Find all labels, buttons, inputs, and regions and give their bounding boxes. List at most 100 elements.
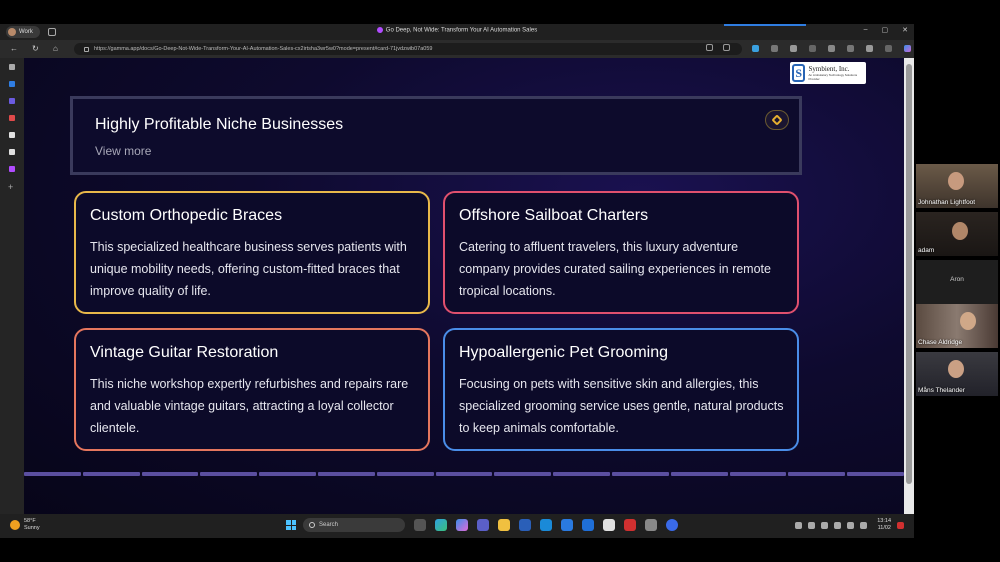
clock[interactable]: 13:14 11/02 <box>877 518 891 532</box>
link-icon <box>771 114 783 126</box>
minimize-button[interactable]: – <box>864 26 868 34</box>
progress-segment <box>141 472 199 476</box>
view-more-link[interactable]: View more <box>95 144 151 158</box>
app-icon[interactable] <box>645 519 657 531</box>
teams-icon[interactable] <box>477 519 489 531</box>
sidebar-page-icon[interactable] <box>9 64 15 70</box>
tray-icon[interactable] <box>834 521 842 529</box>
participant-name: Måns Thelander <box>918 387 965 394</box>
participant-tile[interactable]: Aron <box>916 260 998 304</box>
home-button[interactable]: ⌂ <box>53 44 58 54</box>
sidebar-app-icon[interactable] <box>9 115 15 121</box>
extension-icon[interactable] <box>809 45 816 52</box>
windows-logo-icon <box>291 520 296 525</box>
participant-tile[interactable]: Johnathan Lightfoot <box>916 164 998 208</box>
card-body: This specialized healthcare business ser… <box>90 240 407 298</box>
time: 13:14 <box>877 518 891 524</box>
copilot-app-icon[interactable] <box>456 519 468 531</box>
notification-icon[interactable] <box>897 521 904 529</box>
search-icon <box>309 522 315 528</box>
taskbar-search[interactable]: Search <box>303 518 405 532</box>
tray-icon[interactable] <box>795 521 803 529</box>
sidebar-app-icon[interactable] <box>9 81 15 87</box>
card-body: This niche workshop expertly refurbishes… <box>90 377 409 435</box>
extension-icon[interactable] <box>771 45 778 52</box>
edge-icon[interactable] <box>435 519 447 531</box>
participant-tile[interactable]: adam <box>916 212 998 256</box>
calendar-icon[interactable] <box>603 519 615 531</box>
zoom-icon[interactable] <box>666 519 678 531</box>
page-scrollbar[interactable] <box>904 58 914 514</box>
niche-businesses-banner[interactable]: Highly Profitable Niche Businesses View … <box>70 96 802 175</box>
app-available-icon[interactable] <box>706 44 713 51</box>
sidebar-gamma-icon[interactable] <box>9 166 15 172</box>
card-vintage-guitar-restoration: Vintage Guitar Restoration This niche wo… <box>74 328 430 451</box>
copilot-icon[interactable] <box>904 45 911 52</box>
mail-icon[interactable] <box>582 519 594 531</box>
expand-button[interactable] <box>765 110 789 130</box>
back-button[interactable]: ← <box>10 44 18 54</box>
outlook-icon[interactable] <box>540 519 552 531</box>
participant-tile[interactable]: Måns Thelander <box>916 352 998 396</box>
sidebar-rail: + <box>0 58 24 514</box>
progress-segment <box>729 472 787 476</box>
sidebar-app-icon[interactable] <box>9 132 15 138</box>
search-placeholder: Search <box>319 522 339 528</box>
word-icon[interactable] <box>519 519 531 531</box>
window-title-text: Go Deep, Not Wide: Transform Your AI Aut… <box>385 27 538 34</box>
volume-icon[interactable] <box>860 521 868 529</box>
weather-condition: Sunny <box>24 525 40 531</box>
url-field[interactable]: https://gamma.app/docs/Go-Deep-Not-Wide-… <box>74 43 742 55</box>
windows-logo-icon <box>286 525 291 530</box>
favorites-icon[interactable] <box>866 45 873 52</box>
extension-icon[interactable] <box>790 45 797 52</box>
banner-title: Highly Profitable Niche Businesses <box>95 116 344 133</box>
progress-segment <box>200 472 258 476</box>
collections-icon[interactable] <box>885 45 892 52</box>
window-title: Go Deep, Not Wide: Transform Your AI Aut… <box>0 27 914 34</box>
progress-segment <box>82 472 140 476</box>
browser-window: Work Go Deep, Not Wide: Transform Your A… <box>0 24 914 514</box>
start-button[interactable] <box>286 520 296 530</box>
extension-icon[interactable] <box>752 45 759 52</box>
progress-segment <box>376 472 434 476</box>
participant-name: Johnathan Lightfoot <box>918 199 976 206</box>
bing-icon[interactable] <box>561 519 573 531</box>
participant-name: Chase Aldridge <box>918 339 963 346</box>
close-button[interactable]: ✕ <box>902 26 908 34</box>
weather-widget[interactable]: 58°F Sunny <box>10 518 40 532</box>
scrollbar-thumb[interactable] <box>906 64 912 484</box>
reload-button[interactable]: ↻ <box>32 44 39 54</box>
temperature: 58°F <box>24 518 36 524</box>
progress-segment <box>317 472 375 476</box>
pinned-apps <box>414 519 678 531</box>
card-custom-orthopedic-braces: Custom Orthopedic Braces This specialize… <box>74 191 430 314</box>
tray-icon[interactable] <box>821 521 829 529</box>
slide-progress-strip <box>24 472 904 478</box>
task-view-icon[interactable] <box>414 519 426 531</box>
favorite-star-icon[interactable] <box>723 44 730 51</box>
progress-segment <box>435 472 493 476</box>
logo-texts: Symbient, Inc. An Ambulatory Technology … <box>808 65 866 81</box>
app-icon[interactable] <box>624 519 636 531</box>
window-controls: – ▢ ✕ <box>864 26 908 34</box>
split-screen-icon[interactable] <box>847 45 854 52</box>
progress-segment <box>788 472 846 476</box>
logo-name: Symbient, Inc. <box>808 65 850 73</box>
onedrive-icon[interactable] <box>808 521 816 529</box>
card-title: Vintage Guitar Restoration <box>90 344 279 361</box>
sidebar-add-icon[interactable]: + <box>8 183 14 192</box>
maximize-button[interactable]: ▢ <box>882 26 889 34</box>
address-bar: ← ↻ ⌂ https://gamma.app/docs/Go-Deep-Not… <box>0 40 914 58</box>
participant-tile[interactable]: Chase Aldridge <box>916 304 998 348</box>
meeting-participants: Johnathan Lightfoot adam Aron Chase Aldr… <box>914 150 1000 410</box>
extensions-puzzle-icon[interactable] <box>828 45 835 52</box>
card-title: Offshore Sailboat Charters <box>459 207 649 224</box>
presentation-page: S Symbient, Inc. An Ambulatory Technolog… <box>24 58 904 514</box>
sidebar-app-icon[interactable] <box>9 98 15 104</box>
system-tray: 13:14 11/02 <box>795 518 904 532</box>
sidebar-app-icon[interactable] <box>9 149 15 155</box>
file-explorer-icon[interactable] <box>498 519 510 531</box>
card-hypoallergenic-pet-grooming: Hypoallergenic Pet Grooming Focusing on … <box>443 328 799 451</box>
wifi-icon[interactable] <box>847 521 855 529</box>
